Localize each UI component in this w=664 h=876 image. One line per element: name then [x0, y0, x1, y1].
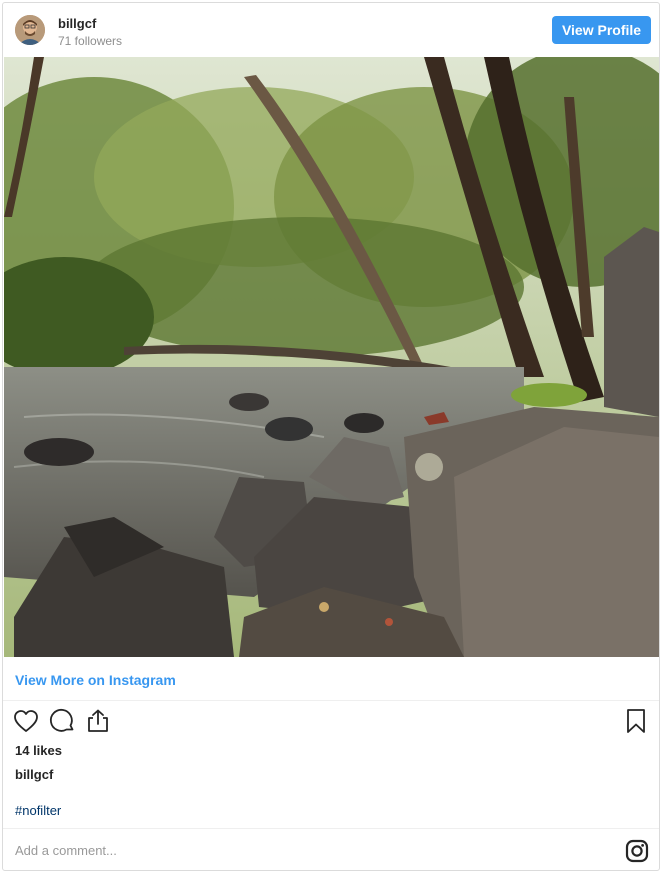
- comment-box: [3, 829, 659, 870]
- view-profile-button[interactable]: View Profile: [552, 16, 651, 44]
- post-header: billgcf 71 followers View Profile: [3, 3, 659, 57]
- avatar[interactable]: [15, 15, 45, 45]
- comment-icon[interactable]: [48, 707, 76, 735]
- username[interactable]: billgcf: [58, 16, 96, 31]
- post-photo[interactable]: [4, 57, 659, 657]
- divider: [3, 700, 659, 701]
- followers-count: 71 followers: [58, 34, 123, 48]
- view-more-link[interactable]: View More on Instagram: [15, 672, 176, 688]
- heart-icon[interactable]: [12, 707, 40, 735]
- comment-input[interactable]: [11, 837, 609, 863]
- likes-count[interactable]: 14 likes: [15, 743, 62, 758]
- instagram-icon[interactable]: [625, 839, 649, 863]
- share-icon[interactable]: [84, 707, 112, 735]
- instagram-embed-card: billgcf 71 followers View Profile View M…: [2, 2, 660, 871]
- action-bar: [3, 707, 659, 739]
- hashtag-link[interactable]: #nofilter: [15, 803, 61, 818]
- bookmark-icon[interactable]: [622, 707, 650, 735]
- caption-username[interactable]: billgcf: [15, 767, 53, 782]
